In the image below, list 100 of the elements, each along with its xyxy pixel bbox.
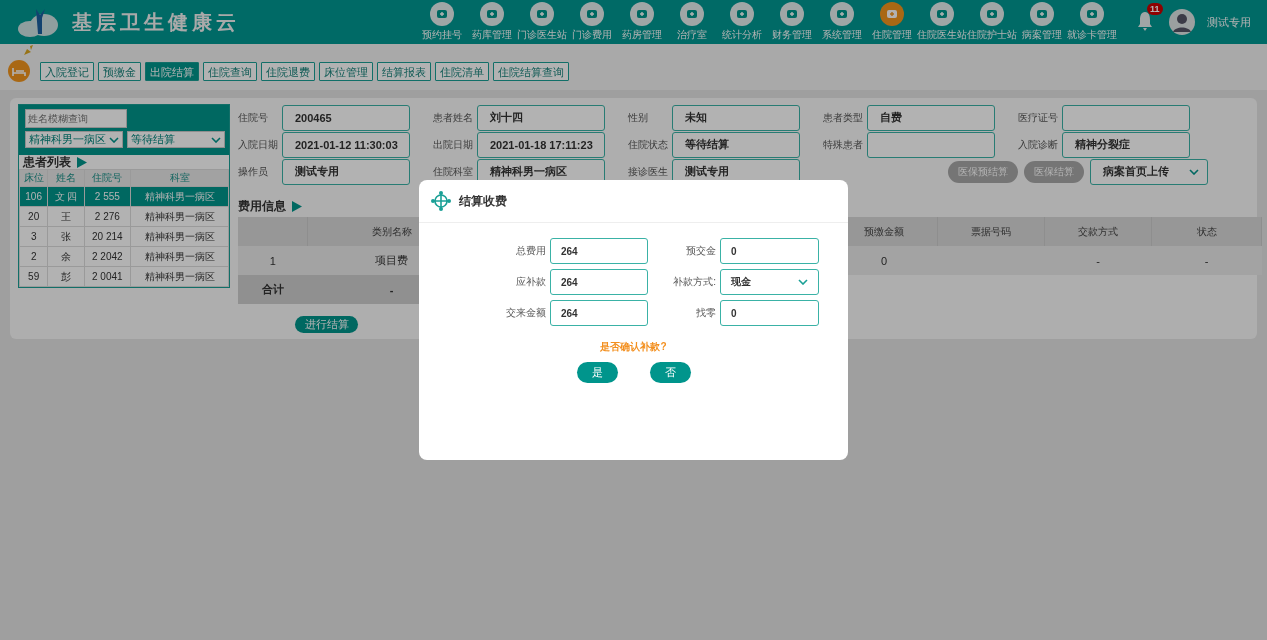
table-cell[interactable]: 106 <box>19 186 48 207</box>
field-label: 住院状态 <box>628 137 669 152</box>
app-title: 基层卫生健康云 <box>72 9 240 35</box>
module-icon <box>880 2 904 26</box>
table-cell[interactable]: 精神科男一病区 <box>130 226 229 247</box>
module-button[interactable]: 门诊费用 <box>567 2 617 42</box>
bell-icon[interactable] <box>1137 11 1153 31</box>
avatar-icon[interactable] <box>1169 9 1195 35</box>
module-button[interactable]: 系统管理 <box>817 2 867 42</box>
input-field[interactable]: 刘十四 <box>477 104 605 131</box>
table-cell[interactable]: 精神科男一病区 <box>130 246 229 267</box>
total-cell: 合计 <box>261 283 284 296</box>
table-cell: 1 <box>269 254 276 267</box>
field-label: 患者类型 <box>823 110 864 125</box>
search-field[interactable]: 姓名模糊查询 <box>25 109 127 128</box>
input-field[interactable]: 0 <box>720 238 819 264</box>
table-cell[interactable]: 2 <box>19 246 48 267</box>
ward-select[interactable]: 精神科男一病区 <box>25 131 123 148</box>
module-button[interactable]: 住院护士站 <box>967 2 1017 42</box>
chevron-icon <box>1189 168 1199 175</box>
tab[interactable]: 住院退费 <box>261 61 315 81</box>
dialog-button[interactable]: 否 <box>649 362 691 383</box>
field-label: 预交金 <box>685 244 716 258</box>
input-field[interactable]: 264 <box>550 269 648 295</box>
table-cell: - <box>1204 254 1209 267</box>
user-name[interactable]: 测试专用 <box>1207 14 1251 30</box>
settle-button[interactable]: 进行结算 <box>295 316 358 333</box>
upload-select[interactable]: 病案首页上传 <box>1090 158 1208 185</box>
table-cell[interactable]: 精神科男一病区 <box>130 266 229 287</box>
field-label: 找零 <box>695 306 716 320</box>
module-button[interactable]: 药库管理 <box>467 2 517 42</box>
tab[interactable]: 入院登记 <box>40 61 94 81</box>
field-label: 接诊医生 <box>628 164 669 179</box>
table-cell[interactable]: 精神科男一病区 <box>130 206 229 227</box>
input-field[interactable]: 2021-01-12 11:30:03 <box>282 131 410 158</box>
chevron-icon <box>109 136 119 143</box>
tab[interactable]: 住院查询 <box>203 61 257 81</box>
tab[interactable]: 床位管理 <box>319 61 373 81</box>
field-label: 性别 <box>628 110 649 125</box>
list-title: 患者列表 <box>23 153 71 171</box>
input-field[interactable] <box>867 131 995 158</box>
table-cell[interactable]: 2 0041 <box>84 266 131 287</box>
table-cell[interactable]: 彭 <box>47 266 85 287</box>
input-field[interactable]: 等待结算 <box>672 131 800 158</box>
tab[interactable]: 出院结算 <box>145 61 199 81</box>
cloud-logo-icon <box>16 7 60 37</box>
input-field[interactable]: 2021-01-18 17:11:23 <box>477 131 605 158</box>
module-button[interactable]: 药房管理 <box>617 2 667 42</box>
module-button[interactable]: 门诊医生站 <box>517 2 567 42</box>
table-cell[interactable]: 3 <box>19 226 48 247</box>
field-label: 住院号 <box>238 110 269 125</box>
field-label: 特殊患者 <box>823 137 864 152</box>
total-cell: - <box>389 283 394 296</box>
input-field[interactable]: 200465 <box>282 104 410 131</box>
module-button[interactable]: 统计分析 <box>717 2 767 42</box>
chevron-icon <box>211 136 221 143</box>
table-cell[interactable]: 2 276 <box>84 206 131 227</box>
input-field[interactable]: 264 <box>550 300 648 326</box>
table-cell[interactable]: 20 214 <box>84 226 131 247</box>
tab[interactable]: 住院清单 <box>435 61 489 81</box>
module-button[interactable]: 财务管理 <box>767 2 817 42</box>
input-field[interactable]: 264 <box>550 238 648 264</box>
tab[interactable]: 结算报表 <box>377 61 431 81</box>
field-label: 操作员 <box>238 164 269 179</box>
input-field[interactable]: 精神分裂症 <box>1062 131 1190 158</box>
module-button[interactable]: 治疗室 <box>667 2 717 42</box>
input-field[interactable]: 未知 <box>672 104 800 131</box>
table-cell[interactable]: 2 2042 <box>84 246 131 267</box>
column-header: 类别名称 <box>371 225 412 237</box>
input-field[interactable]: 0 <box>720 300 819 326</box>
table-cell[interactable]: 余 <box>47 246 85 267</box>
status-select[interactable]: 等待结算 <box>127 131 225 148</box>
field-label: 患者姓名 <box>433 110 474 125</box>
confirm-prompt: 是否确认补款? <box>599 340 668 354</box>
table-cell[interactable]: 张 <box>47 226 85 247</box>
column-header: 预缴金额 <box>864 225 904 237</box>
input-field[interactable]: 自费 <box>867 104 995 131</box>
tab[interactable]: 预缴金 <box>98 61 141 81</box>
field-label: 出院日期 <box>433 137 474 152</box>
play-icon <box>292 200 302 212</box>
module-button[interactable]: 病案管理 <box>1017 2 1067 42</box>
column-header: 姓名 <box>47 169 85 187</box>
tab[interactable]: 住院结算查询 <box>493 61 569 81</box>
field-label: 入院诊断 <box>1018 137 1059 152</box>
column-header: 住院号 <box>84 169 131 187</box>
table-cell: - <box>1096 254 1100 267</box>
module-button[interactable]: 就诊卡管理 <box>1067 2 1117 42</box>
field-label: 交来金额 <box>505 306 546 320</box>
table-cell[interactable]: 王 <box>47 206 85 227</box>
module-button[interactable]: 住院管理 <box>867 2 917 42</box>
field-label: 补款方式: <box>672 275 716 289</box>
dialog-button[interactable]: 是 <box>576 362 618 383</box>
input-field[interactable] <box>1062 104 1190 131</box>
module-button[interactable]: 预约挂号 <box>417 2 467 42</box>
input-field[interactable]: 测试专用 <box>282 158 410 185</box>
field-label: 医疗证号 <box>1018 110 1059 125</box>
payment-select[interactable]: 现金 <box>720 269 819 295</box>
table-cell[interactable]: 59 <box>19 266 48 287</box>
table-cell[interactable]: 20 <box>19 206 48 227</box>
module-button[interactable]: 住院医生站 <box>917 2 967 42</box>
